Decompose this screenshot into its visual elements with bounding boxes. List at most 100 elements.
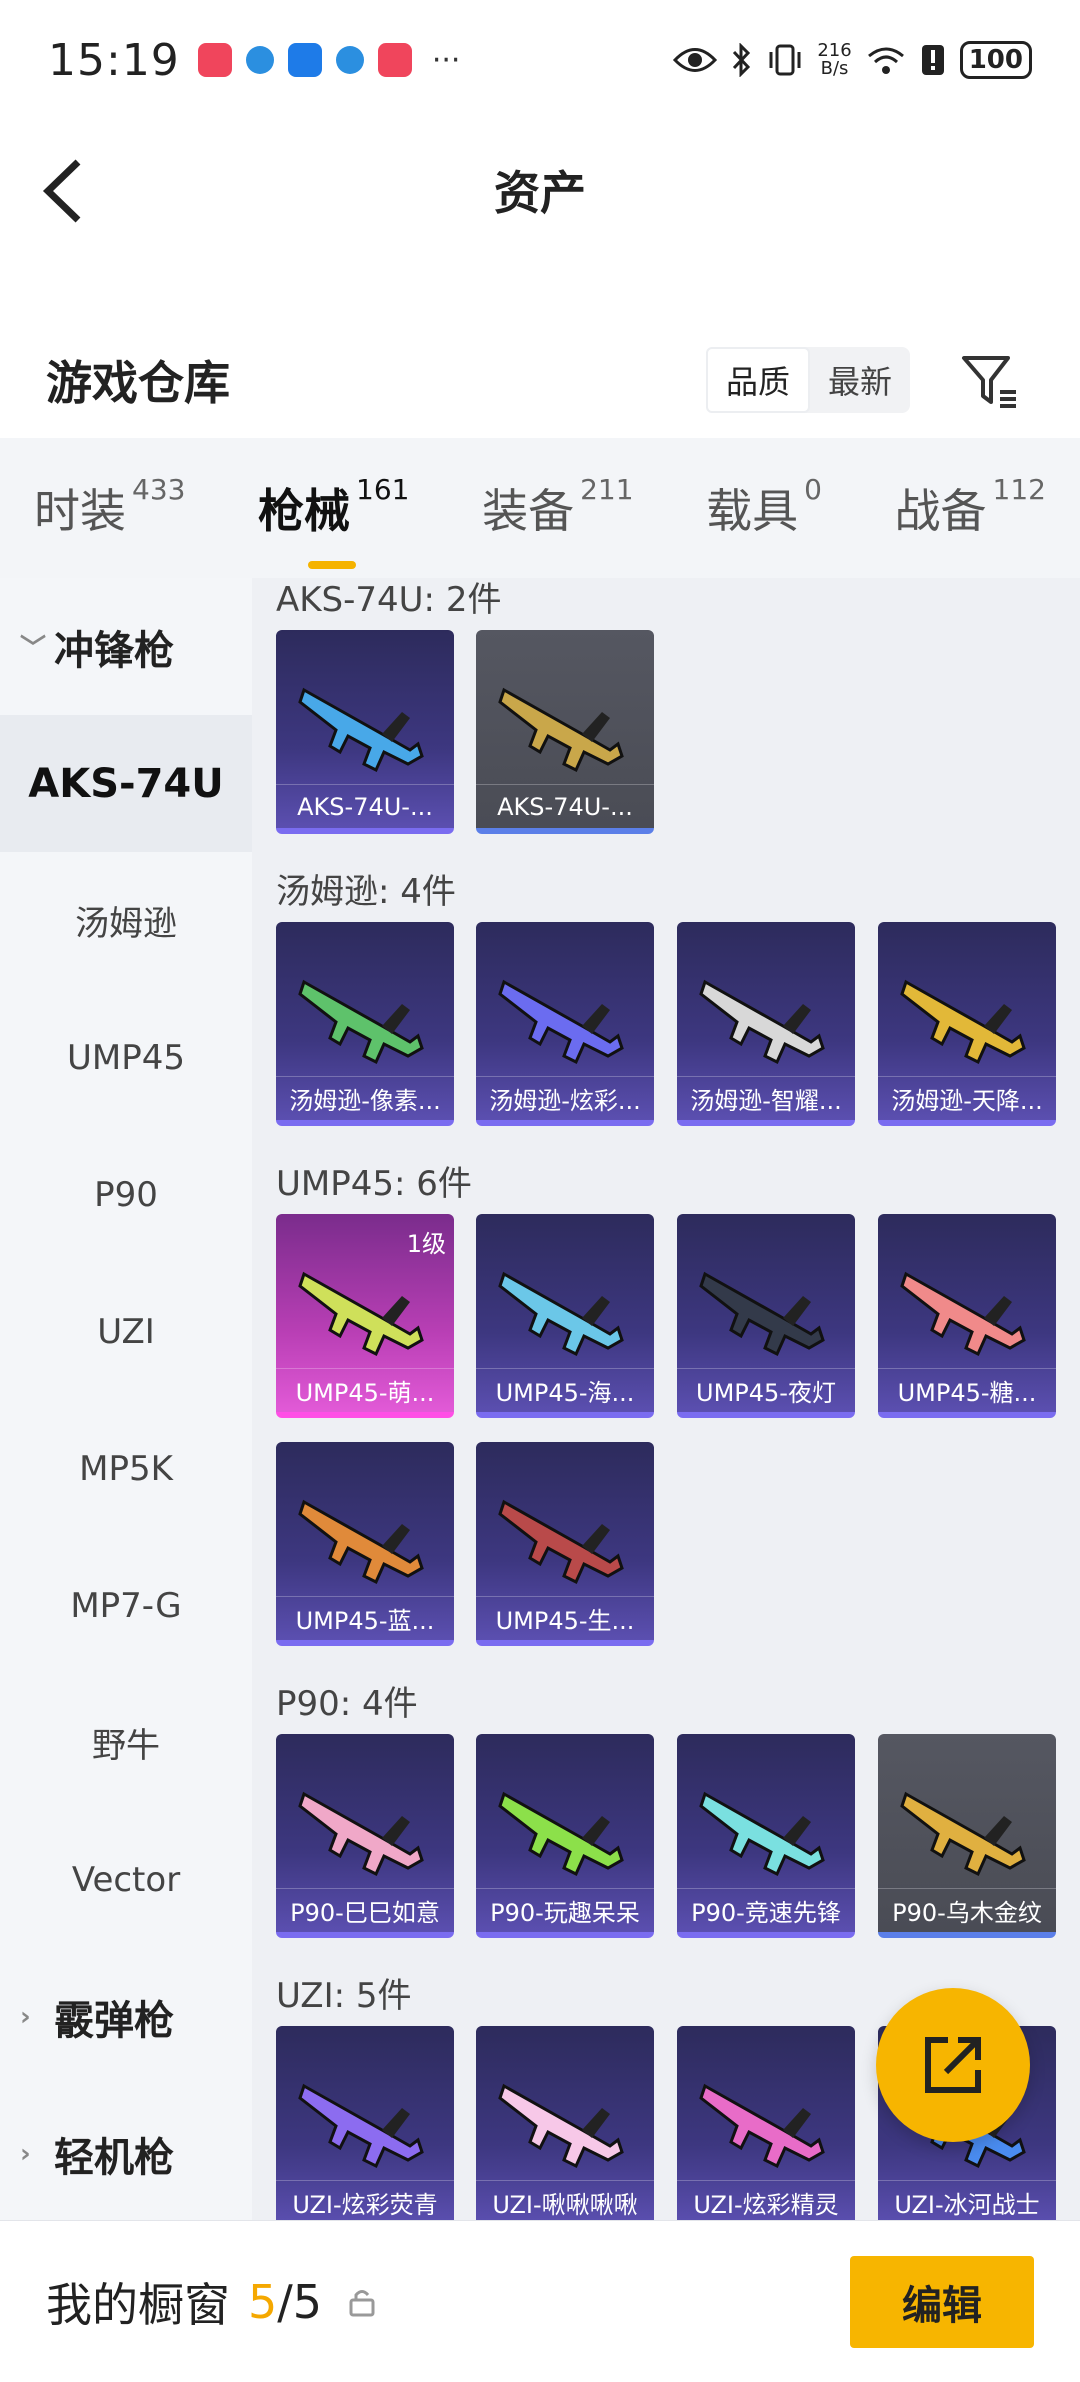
sort-quality-button[interactable]: 品质 [705,347,810,413]
gun-icon [498,1271,624,1357]
filter-icon[interactable] [958,348,1022,412]
skin-name: AKS-74U-... [276,784,454,828]
skin-name: UZI-炫彩荧青 [276,2180,454,2220]
gun-icon [699,2083,825,2169]
skin-card[interactable]: UMP45-生... [476,1442,654,1646]
skin-card[interactable]: UMP45-蓝... [276,1442,454,1646]
network-speed: 216 B/s [817,40,852,79]
warehouse-title: 游戏仓库 [46,356,230,410]
gun-icon [900,1271,1026,1357]
app-header: 资产 [0,120,1080,260]
skin-card[interactable]: UZI-炫彩精灵 [677,2026,855,2220]
tab-firearms[interactable]: 枪械 161 [258,473,409,569]
sort-latest-button[interactable]: 最新 [810,347,910,413]
category-tabs: 时装 433 枪械 161 装备 211 载具 0 战备 112 [0,438,1080,578]
gun-icon [298,1499,424,1585]
skin-card[interactable]: UMP45-海... [476,1214,654,1418]
skin-name: UMP45-生... [476,1596,654,1640]
share-button[interactable] [876,1988,1030,2142]
gun-icon [498,2083,624,2169]
sidebar-item-p90[interactable]: P90 [0,1126,252,1263]
edit-showcase-button[interactable]: 编辑 [850,2255,1034,2348]
sort-toggle: 品质 最新 [705,347,910,413]
gun-icon [699,1791,825,1877]
skin-card[interactable]: 汤姆逊-智耀... [677,922,855,1126]
eye-icon [673,48,718,72]
sidebar-item-ump45[interactable]: UMP45 [0,989,252,1126]
sidebar-item-aks74u[interactable]: AKS-74U [0,715,252,852]
skin-name: P90-乌木金纹 [878,1888,1056,1932]
gun-icon [298,1791,424,1877]
skin-card[interactable]: P90-乌木金纹 [878,1734,1056,1938]
back-arrow-icon[interactable] [40,156,100,226]
tab-vehicles[interactable]: 载具 0 [706,473,822,541]
skin-card[interactable]: AKS-74U-... [476,630,654,834]
skin-card[interactable]: UMP45-夜灯 [677,1214,855,1418]
vibrate-icon [769,44,801,76]
alert-icon [921,45,944,75]
gun-icon [298,2083,424,2169]
skin-card[interactable]: P90-竞速先锋 [677,1734,855,1938]
lock-icon [349,2289,375,2316]
sidebar-item-mp7g[interactable]: MP7-G [0,1537,252,1674]
weapon-type-sidebar: ﹀ 冲锋枪 AKS-74U 汤姆逊 UMP45 P90 UZI MP5K MP7-… [0,578,252,2220]
section-title: AKS-74U: 2件 [276,580,502,620]
skin-name: 汤姆逊-像素... [276,1076,454,1120]
tab-combat-gear[interactable]: 战备 112 [895,473,1046,541]
skin-card[interactable]: 汤姆逊-像素... [276,922,454,1126]
skin-name: P90-玩趣呆呆 [476,1888,654,1932]
skin-name: UZI-啾啾啾啾 [476,2180,654,2220]
shopping-app-icon [197,43,232,77]
wifi-icon [867,47,904,74]
gun-icon [498,979,624,1065]
tab-equipment[interactable]: 装备 211 [482,473,633,541]
skin-name: 汤姆逊-天降... [878,1076,1056,1120]
section-title: UMP45: 6件 [276,1164,472,1204]
bluetooth-app-icon [287,43,322,77]
browser-app-icon [245,46,274,74]
page-title: 资产 [494,166,586,220]
section-title: UZI: 5件 [276,1976,412,2016]
sidebar-item-mp5k[interactable]: MP5K [0,1400,252,1537]
skin-card[interactable]: 汤姆逊-炫彩... [476,922,654,1126]
skin-name: P90-竞速先锋 [677,1888,855,1932]
share-out-icon [925,2037,981,2093]
skin-name: UMP45-萌... [276,1368,454,1412]
sidebar-group-shotgun[interactable]: › 霰弹枪 [0,1948,252,2085]
skin-card[interactable]: P90-巳巳如意 [276,1734,454,1938]
status-bar: 15:19 ··· 216 B/s 100 [0,0,1080,120]
skin-card[interactable]: UZI-啾啾啾啾 [476,2026,654,2220]
sidebar-item-thompson[interactable]: 汤姆逊 [0,852,252,989]
chevron-right-icon: › [20,2138,31,2169]
gun-icon [498,1499,624,1585]
skin-card[interactable]: P90-玩趣呆呆 [476,1734,654,1938]
showcase-title: 我的橱窗 [46,2277,230,2332]
sidebar-item-uzi[interactable]: UZI [0,1263,252,1400]
skin-card[interactable]: AKS-74U-... [276,630,454,834]
skin-grid: AKS-74U: 2件 AKS-74U-... AKS-74U-... 汤姆逊: 4件… [252,578,1080,2220]
tab-fashion[interactable]: 时装 433 [34,473,185,541]
bluetooth-icon [733,43,751,77]
skin-card[interactable]: 汤姆逊-天降... [878,922,1056,1126]
sidebar-item-bizon[interactable]: 野牛 [0,1674,252,1811]
sidebar-group-lmg[interactable]: › 轻机枪 [0,2085,252,2222]
skin-card[interactable]: UMP45-糖... [878,1214,1056,1418]
skin-name: AKS-74U-... [476,784,654,828]
skin-name: UZI-冰河战士 [878,2180,1056,2220]
skin-card[interactable]: 1级 UMP45-萌... [276,1214,454,1418]
section-title: 汤姆逊: 4件 [276,872,456,912]
showcase-bar: 我的橱窗 5/5 编辑 [0,2220,1080,2382]
browser-app-icon-2 [335,46,364,74]
skin-name: UMP45-糖... [878,1368,1056,1412]
sidebar-item-vector[interactable]: Vector [0,1811,252,1948]
sidebar-group-smg[interactable]: ﹀ 冲锋枪 [0,578,252,715]
shopping-app-icon-2 [377,43,412,77]
skin-name: UMP45-海... [476,1368,654,1412]
skin-card[interactable]: UZI-炫彩荧青 [276,2026,454,2220]
skin-name: UMP45-蓝... [276,1596,454,1640]
gun-icon [900,979,1026,1065]
warehouse-header: 游戏仓库 品质 最新 [0,320,1080,440]
skin-name: UMP45-夜灯 [677,1368,855,1412]
gun-icon [900,1791,1026,1877]
showcase-count: 5/5 [248,2274,323,2329]
